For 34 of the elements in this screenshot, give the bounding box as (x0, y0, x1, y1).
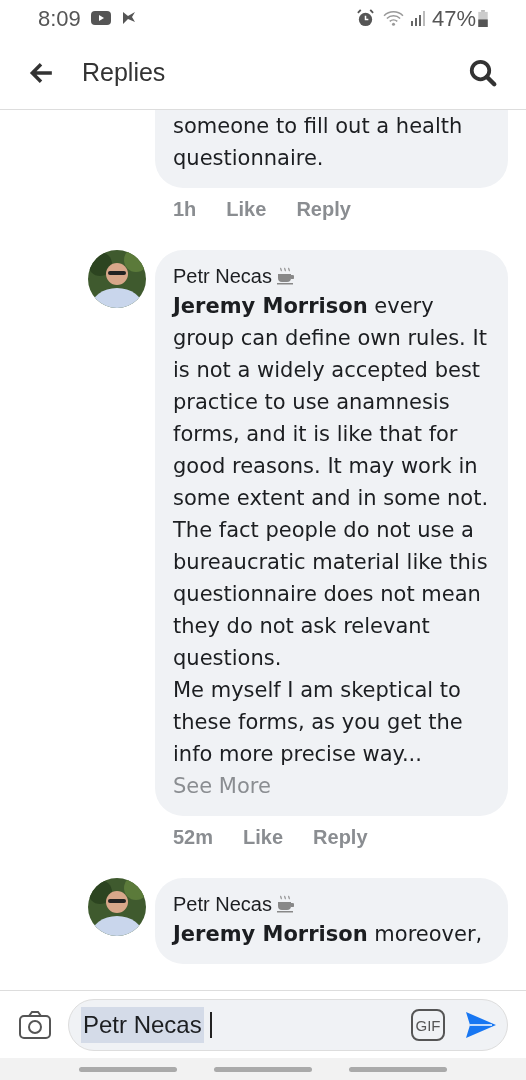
coffee-cup-icon (275, 895, 294, 913)
battery-icon (478, 9, 488, 27)
timestamp: 52m (173, 825, 214, 850)
comment-text: someone to fill out a health questionnaire. (173, 113, 464, 172)
like-link[interactable]: Like (226, 194, 267, 224)
gif-button[interactable]: GIF (411, 1009, 445, 1041)
comment-text: Me myself I am skeptical to these forms, as you get the info more precise way... See More (173, 677, 464, 800)
coffee-cup-icon (275, 267, 294, 285)
alarm-icon (355, 8, 375, 28)
camera-button[interactable] (18, 1010, 52, 1040)
comment-text: The fact people do not use a bureaucratic material like this questionnaire does not mean they do not ask relevant questions. (173, 517, 489, 672)
nav-handle[interactable] (214, 1066, 312, 1072)
search-button[interactable] (468, 57, 498, 88)
battery-percent: 47% (431, 4, 476, 33)
comment-text: Jeremy Morrison moreover, (173, 921, 484, 948)
nav-handle[interactable] (349, 1066, 448, 1072)
mention-tag: Petr Necas (81, 1007, 204, 1043)
status-time: 8:09 (38, 4, 81, 33)
see-more-link[interactable]: See More (173, 774, 271, 798)
author-name[interactable]: Petr Necas (173, 890, 272, 918)
author-name[interactable]: Petr Necas (173, 262, 272, 290)
like-link[interactable]: Like (243, 822, 284, 852)
wifi-icon (382, 9, 404, 27)
reply-link[interactable]: Reply (313, 822, 368, 852)
checkmark-icon (120, 10, 137, 26)
nav-handle[interactable] (78, 1066, 177, 1072)
comment-text: Jeremy Morrison every group can define own rules. It is not a widely accepted best practice to use anamnesis forms, and it is like that for good reasons. It may work in some extent and in some not. (173, 293, 490, 512)
video-play-icon (90, 11, 111, 25)
page-title: Replies (82, 56, 166, 88)
signal-icon (409, 10, 426, 26)
comment-input-field[interactable]: Petr Necas GIF (68, 999, 508, 1051)
send-button[interactable] (465, 1011, 497, 1039)
timestamp: 1h (173, 197, 197, 222)
reply-link[interactable]: Reply (296, 194, 351, 224)
